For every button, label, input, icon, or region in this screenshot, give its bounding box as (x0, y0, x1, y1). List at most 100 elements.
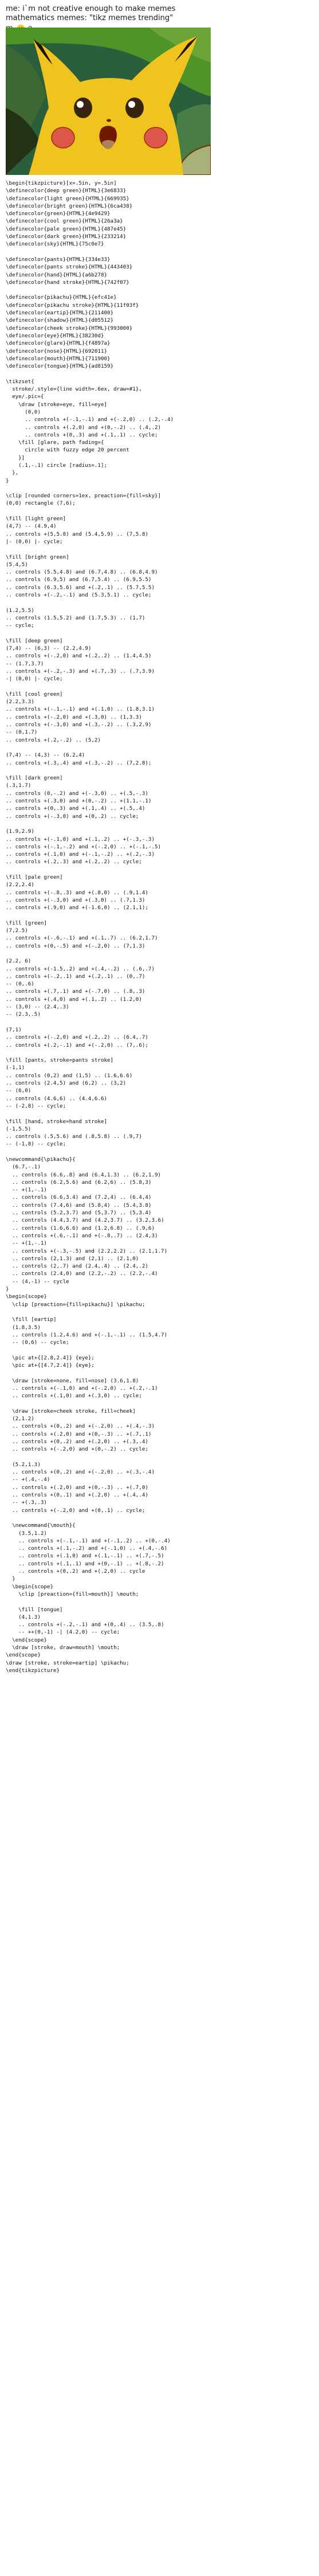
code-line: .. controls (6.6,.8) and (6.4,1.3) .. (6… (6, 1171, 162, 1178)
code-line: .. controls +(-1.5,.2) and +(.4,-.2) .. … (6, 965, 155, 972)
code-line: .. controls +(-.1,-.1) and +(-.1,.2) .. … (6, 1537, 171, 1544)
code-line: \newcommand{\pikachu}{ (6, 1156, 76, 1163)
code-line: .. controls (4.4,3.7) and (4.2,3.7) .. (… (6, 1217, 164, 1224)
code-line: \definecolor{eye}{HTML}{38230d} (6, 332, 104, 339)
code-line: -- +(1,-.1) (6, 1187, 47, 1194)
code-line: (.1,-.1) circle [radius=.1]; (6, 462, 108, 469)
code-line: (2.2,3.3) (6, 699, 34, 706)
code-line: stroke/.style={line width=.6ex, draw=#1}… (6, 386, 142, 393)
code-line: -| (0,0) |- cycle; (6, 676, 63, 683)
code-line: .. controls +(-.2,0) and +(.2,.2) .. (1.… (6, 653, 152, 660)
code-line: (0,0) (6, 408, 41, 415)
code-line: -- (0,1.7) (6, 729, 38, 736)
code-line: \fill [tongue] (6, 1606, 63, 1613)
right-eye-glare (128, 101, 135, 108)
code-line: .. controls (2.4,5) and (6,2) .. (3,2) (6, 1080, 127, 1087)
code-line: .. controls +(-.8,.3) and +(.8,0) .. (.9… (6, 889, 148, 896)
code-line: -- (-2,8) -- cycle; (6, 1102, 66, 1109)
code-line: .. controls +(-.2,0) and +(0,-.2) .. cyc… (6, 1446, 148, 1453)
code-line: .. controls +(-.3,0) and +(.3,-.2) .. (.… (6, 722, 152, 728)
code-line: \fill [pale green] (6, 874, 63, 881)
code-line: .. controls +(.2,0) and +(0,-.3) .. +(.7… (6, 1431, 152, 1437)
code-line: (.3,1.7) (6, 782, 31, 789)
code-line: \definecolor{pale green}{HTML}{487e45} (6, 225, 127, 232)
code-line: .. controls (1.2,4.6) and +(-.1,-.1) .. … (6, 1331, 168, 1338)
code-line: .. controls +(.2,-.2) .. (5,2) (6, 736, 101, 743)
code-line: .. controls +(.2,0) and +(0,-.2) .. (.4,… (6, 424, 162, 431)
code-line: -- (3,0) -- (2.4,.3) (6, 1004, 69, 1011)
code-line: .. controls +(-.6,-.1) and +(.1,.7) .. (… (6, 935, 158, 942)
code-line: .. controls +(0,-.5) and +(-.2,0) .. (7,… (6, 942, 145, 949)
code-line: .. controls (5.2,3.7) and (5,3.7) .. (5,… (6, 1210, 152, 1217)
code-line: .. controls +(.7,.1) and +(-.7,0) .. (.8… (6, 988, 145, 995)
code-line: .. controls (6.3,5.6) and +(.2,.1) .. (5… (6, 584, 155, 591)
code-line: \end{scope} (6, 1636, 47, 1643)
right-eye (125, 98, 144, 118)
code-line: .. controls +(-.2,-.1) and (5.3,5.1) .. … (6, 592, 152, 599)
code-line: \fill [cool green] (6, 691, 63, 697)
code-line: \fill [light green] (6, 516, 66, 523)
code-line: .. controls +(0,.2) and +(.2,0) .. +(.3,… (6, 1438, 148, 1445)
code-line: \fill [dark green] (6, 775, 63, 782)
code-line: } (6, 477, 9, 484)
code-line: .. controls +(-.2,.1) and +(.2,.1) .. (0… (6, 973, 145, 980)
code-line: .. controls +(-.2,-.1) and +(0,.4) .. (3… (6, 1622, 164, 1628)
code-line: (1.9,2.9) (6, 828, 34, 835)
code-line: \clip [preaction={fill=pikachu}] \pikach… (6, 1301, 145, 1308)
post-title: me: i`m not creative enough to make meme… (6, 5, 176, 13)
code-line: .. controls (7.4,6) and (5.8,4) .. (5.4,… (6, 1202, 152, 1209)
code-line: \pic at+{[4.7,2.4]} {eye}; (6, 1362, 94, 1369)
left-eye-glare (77, 101, 84, 108)
code-line: .. controls +(0,.2) and +(-.2,0) .. +(.4… (6, 1423, 155, 1430)
code-line: } (6, 1286, 9, 1293)
code-line: -- (0,.6) (6, 981, 34, 988)
code-line: .. controls +(.2,0) and +(0,-.3) .. +(.7… (6, 1484, 148, 1491)
pikachu-illustration (6, 28, 211, 175)
code-line: .. controls (1.6,6.6) and (1.2,6.8) .. (… (6, 1225, 155, 1232)
code-line: .. controls (5.5,4.8) and (6.7,4.8) .. (… (6, 569, 158, 576)
code-line: \pic at+{[2.8,2.4]} {eye}; (6, 1354, 94, 1361)
code-line: \definecolor{glare}{HTML}{f4897a} (6, 340, 111, 347)
code-line: .. controls +(-.2,0) and +(0,.1) .. cycl… (6, 1507, 145, 1514)
code-line: .. controls +(.4,0) and +(.1,.2) .. (1.2… (6, 996, 142, 1003)
code-line: .. controls +(-.3,0) and +(0,.2) .. cycl… (6, 813, 139, 820)
code-line: \definecolor{green}{HTML}{4e9429} (6, 211, 111, 217)
code-line: .. controls +(0,.2) and +(.2,0) .. cycle (6, 1568, 145, 1575)
code-line: .. controls +(-.1,0) and +(-.2,0) .. +(.… (6, 1385, 158, 1392)
code-line: -- +(.4,-.4) (6, 1476, 50, 1483)
code-line: eye/.pic={ (6, 393, 44, 400)
code-line: .. controls +(.9,0) and +(-1.6,0) .. (2.… (6, 905, 148, 911)
code-line: -- (-1,8) -- cycle; (6, 1141, 66, 1148)
code-line: .. controls +(.1,-.2) and +(-.1,0) .. +(… (6, 1545, 168, 1552)
code-line: .. controls +(-.2,0) and +(.2,.2) .. (6.… (6, 1034, 148, 1041)
code-line: \draw [stroke=cheek stroke, fill=cheek] (6, 1408, 136, 1414)
code-line: (5.2,1.3) (6, 1461, 41, 1468)
tikz-code-listing: \begin{tikzpicture}[x=.5in, y=.5in] \defi… (6, 180, 315, 2571)
code-line: .. controls +(-.2,-.3) and +(.7,.3) .. (… (6, 668, 155, 675)
code-line: \definecolor{tongue}{HTML}{ad8159} (6, 363, 114, 370)
code-line: .. controls +(.2,-.1) and +(-.2,0) .. (7… (6, 1042, 148, 1049)
code-line: \definecolor{pants}{HTML}{334e33} (6, 256, 111, 263)
code-line: .. controls (2,.7) and (2.4,.4) .. (2.4,… (6, 1263, 148, 1270)
code-line: \fill [bright green] (6, 554, 69, 560)
code-line: .. controls +(-.2,0) and +(.3,0) .. (1,3… (6, 714, 142, 720)
code-line: .. controls +(.3,0) and +(0,-.2) .. +(1.… (6, 798, 152, 805)
code-line: .. controls (6.2,5.6) and (6.2,6) .. (5.… (6, 1179, 152, 1186)
code-line: -- ++(0,-1) -| (4.2,0) -- cycle; (6, 1629, 120, 1636)
code-line: .. controls (0,-.2) and +(-.3,0) .. +(.5… (6, 790, 148, 797)
code-line: \definecolor{deep green}{HTML}{3e6833} (6, 188, 127, 194)
code-line: \definecolor{light green}{HTML}{669935} (6, 195, 129, 202)
